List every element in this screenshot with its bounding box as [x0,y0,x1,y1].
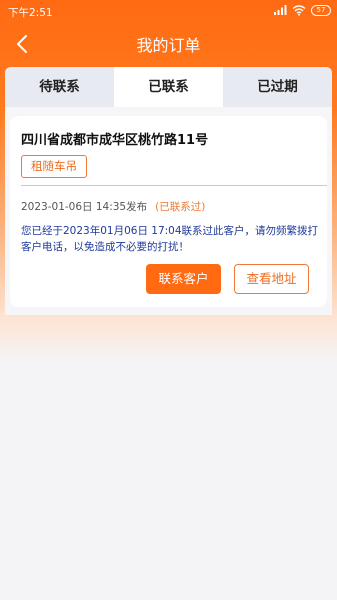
status-icons: 57 [273,4,331,16]
contact-status: (已联系过) [155,201,206,213]
page-title: 我的订单 [136,36,201,55]
order-address: 四川省成都市成华区桃竹路11号 [21,133,209,148]
signal-icon [274,5,287,15]
status-time: 下午2:51 [8,7,53,19]
tab-pending[interactable]: 待联系 [5,67,114,107]
status-bar: 下午2:51 57 [0,0,337,24]
order-card: 四川省成都市成华区桃竹路11号 租随车吊 2023-01-06日 14:35发布… [10,116,327,307]
battery-icon: 57 [311,4,331,16]
wifi-icon [292,5,306,16]
contact-notice: 您已经于2023年01月06日 17:04联系过此客户，请勿频繁拨打客户电话，以… [21,225,319,253]
order-tabs: 待联系 已联系 已过期 [5,67,332,107]
order-meta: 2023-01-06日 14:35发布 (已联系过) [21,199,205,214]
publish-time: 2023-01-06日 14:35发布 [21,201,148,213]
service-tag: 租随车吊 [21,155,87,178]
orders-panel: 待联系 已联系 已过期 四川省成都市成华区桃竹路11号 租随车吊 2023-01… [5,67,332,315]
tab-contacted[interactable]: 已联系 [114,67,223,107]
divider [21,185,327,186]
contact-customer-button[interactable]: 联系客户 [146,264,221,294]
tab-expired[interactable]: 已过期 [223,67,332,107]
view-address-button[interactable]: 查看地址 [234,264,309,294]
nav-bar: 我的订单 [0,28,337,60]
